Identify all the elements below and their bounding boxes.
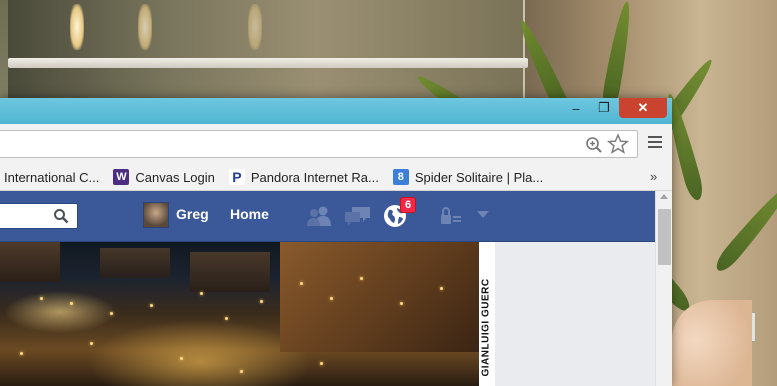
address-bar[interactable] — [0, 130, 638, 158]
bookmark-spider-solitaire[interactable]: 8 Spider Solitaire | Pla... — [392, 169, 544, 185]
bookmark-pandora[interactable]: P Pandora Internet Ra... — [228, 169, 379, 185]
page-scrollbar[interactable] — [655, 191, 672, 386]
photo-light — [110, 312, 113, 315]
home-link[interactable]: Home — [230, 206, 269, 222]
photo-light — [70, 302, 73, 305]
photo-building — [190, 252, 270, 292]
bookmarks-overflow-button[interactable]: » — [650, 169, 657, 184]
photo-light — [20, 352, 23, 355]
photo-credit-text: GIANLUIGI GUERC — [480, 278, 492, 377]
bookmark-canvas-login[interactable]: W Canvas Login — [113, 169, 215, 185]
wallpaper-counter — [8, 58, 528, 68]
browser-toolbar — [0, 124, 672, 164]
photo-credit: GIANLUIGI GUERC — [479, 242, 495, 386]
friend-requests-icon[interactable] — [306, 205, 332, 227]
wallpaper-light — [138, 4, 152, 50]
account-chevron-down-icon[interactable] — [477, 211, 489, 218]
photo-light — [200, 292, 203, 295]
photo-light — [440, 287, 443, 290]
wallpaper-frame — [8, 0, 525, 100]
avatar[interactable] — [143, 202, 169, 228]
facebook-top-bar: Greg Home 6 — [0, 191, 655, 242]
search-icon[interactable] — [53, 208, 69, 224]
wallpaper-light — [70, 4, 84, 50]
cover-photo[interactable]: GIANLUIGI GUERC — [0, 242, 495, 386]
photo-light — [240, 370, 243, 373]
photo-light — [40, 297, 43, 300]
bookmark-label: International C... — [4, 169, 100, 185]
photo-light — [300, 282, 303, 285]
messages-icon[interactable] — [344, 205, 372, 227]
notification-count-badge: 6 — [400, 197, 416, 213]
scrollbar-thumb[interactable] — [658, 209, 671, 265]
bookmark-international[interactable]: International C... — [4, 170, 99, 185]
spider-solitaire-icon: 8 — [392, 169, 409, 185]
bookmark-label: Pandora Internet Ra... — [250, 169, 379, 185]
bookmark-label: Canvas Login — [135, 169, 215, 185]
close-button[interactable]: ✕ — [619, 98, 667, 118]
zoom-icon[interactable] — [585, 136, 603, 154]
canvas-w-icon: W — [113, 169, 130, 185]
person-shoulder — [672, 300, 752, 386]
photo-light — [330, 297, 333, 300]
photo-light — [90, 342, 93, 345]
photo-light — [360, 277, 363, 280]
wallpaper-light — [248, 4, 262, 50]
privacy-shortcuts-icon[interactable] — [440, 207, 462, 225]
profile-name-link[interactable]: Greg — [176, 206, 209, 222]
chrome-menu-icon[interactable] — [648, 136, 662, 150]
browser-window: – ❐ ✕ International C... W Canvas Login — [0, 98, 672, 386]
bookmark-label: Spider Solitaire | Pla... — [414, 169, 544, 185]
photo-building — [100, 248, 170, 278]
scroll-up-arrow-icon[interactable] — [660, 194, 668, 199]
web-page: Greg Home 6 GIANLUIGI GUERC — [0, 191, 655, 386]
photo-light — [150, 304, 153, 307]
photo-light — [180, 357, 183, 360]
title-bar[interactable]: – ❐ ✕ — [0, 98, 672, 124]
maximize-button[interactable]: ❐ — [591, 98, 617, 118]
photo-light — [400, 302, 403, 305]
facebook-search-input[interactable] — [0, 203, 78, 229]
bookmarks-bar: International C... W Canvas Login P Pand… — [0, 164, 672, 191]
bookmark-star-icon[interactable] — [607, 133, 629, 155]
pandora-p-icon: P — [228, 169, 245, 185]
minimize-button[interactable]: – — [563, 98, 589, 118]
photo-light — [225, 317, 228, 320]
photo-light — [260, 300, 263, 303]
photo-light — [320, 362, 323, 365]
photo-building — [0, 242, 60, 282]
photo-building — [280, 242, 480, 352]
